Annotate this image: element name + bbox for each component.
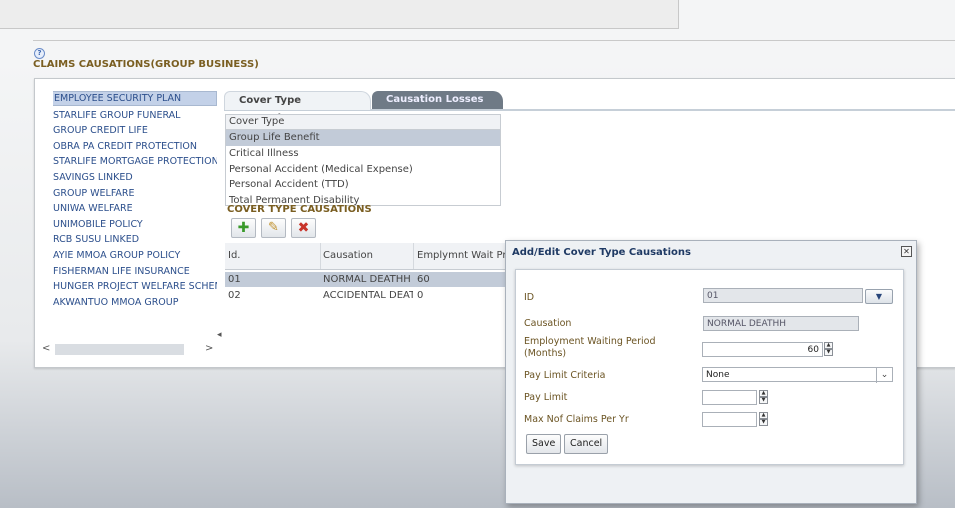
spin-down-icon[interactable]: ▼ [824, 349, 833, 356]
cancel-button[interactable]: Cancel [564, 434, 609, 454]
pay-limit-criteria-label: Pay Limit Criteria [524, 370, 606, 381]
scroll-thumb[interactable] [55, 344, 184, 355]
pay-limit-input[interactable] [702, 390, 757, 405]
plan-list-item[interactable]: AYIE MMOA GROUP POLICY [53, 248, 217, 264]
close-icon[interactable]: ✕ [901, 246, 912, 257]
wait-period-label-line1: Employment Waiting Period [524, 336, 656, 347]
table-row[interactable]: 01 NORMAL DEATHH 60 [225, 272, 507, 287]
table-row[interactable]: Personal Accident (Medical Expense) [226, 162, 500, 178]
plan-list-item[interactable]: GROUP WELFARE [53, 186, 217, 202]
spin-up-icon[interactable]: ▲ [824, 342, 833, 349]
max-claims-label: Max Nof Claims Per Yr [524, 414, 629, 425]
spin-down-icon[interactable]: ▼ [759, 419, 768, 426]
add-button[interactable]: ✚ [231, 218, 256, 238]
cell-id: 02 [228, 290, 241, 301]
id-dropdown-button[interactable]: ▼ [865, 289, 893, 304]
table-row[interactable]: 02 ACCIDENTAL DEATH 0 [225, 288, 507, 303]
causations-table: Id. Causation Emplymnt Wait Prd 01 NORMA… [225, 243, 507, 323]
delete-button[interactable]: ✖ [291, 218, 316, 238]
tab-cover-type-causations[interactable]: Cover Type Causations [224, 91, 371, 124]
plan-list-item[interactable]: OBRA PA CREDIT PROTECTION [53, 139, 217, 155]
pay-limit-criteria-value: None [706, 370, 730, 380]
help-icon[interactable]: ? [34, 48, 45, 59]
plan-list: EMPLOYEE SECURITY PLAN STARLIFE GROUP FU… [53, 91, 217, 311]
scroll-left-icon[interactable]: < [42, 342, 50, 356]
wait-period-label: Employment Waiting Period (Months) [524, 336, 656, 360]
splitter-collapse-icon[interactable]: ◂ [217, 330, 222, 340]
chevron-down-icon[interactable]: ⌄ [876, 368, 892, 383]
pay-limit-stepper[interactable]: ▲ ▼ [759, 390, 768, 405]
causation-label: Causation [524, 318, 572, 329]
plan-list-item[interactable]: STARLIFE GROUP FUNERAL [53, 108, 217, 124]
cell-causation: NORMAL DEATHH [323, 274, 411, 285]
tab-bar: Cover Type Causations Causation Losses [224, 91, 955, 124]
plan-list-item[interactable]: UNIWA WELFARE [53, 201, 217, 217]
pay-limit-criteria-select[interactable]: None ⌄ [702, 367, 893, 383]
column-header-id[interactable]: Id. [225, 243, 321, 269]
table-row[interactable]: Critical Illness [226, 146, 500, 162]
chevron-down-icon: ▼ [875, 292, 883, 301]
cell-wait-period: 0 [417, 290, 424, 301]
column-header-wait-period[interactable]: Emplymnt Wait Prd [414, 243, 507, 269]
plan-list-item[interactable]: UNIMOBILE POLICY [53, 217, 217, 233]
wait-period-input[interactable]: 60 [702, 342, 823, 357]
table-row[interactable]: Group Life Benefit [226, 130, 500, 146]
section-title: COVER TYPE CAUSATIONS [227, 204, 372, 215]
id-field[interactable]: 01 [703, 288, 863, 303]
cell-causation: ACCIDENTAL DEATH [323, 290, 413, 301]
spin-down-icon[interactable]: ▼ [759, 397, 768, 404]
plan-list-item[interactable]: SAVINGS LINKED [53, 170, 217, 186]
plan-list-item[interactable]: STARLIFE MORTGAGE PROTECTION [53, 154, 217, 170]
cell-id: 01 [228, 274, 241, 285]
pencil-icon: ✎ [268, 220, 279, 235]
plan-list-item[interactable]: AKWANTUO MMOA GROUP [53, 295, 217, 311]
edit-causation-dialog: Add/Edit Cover Type Causations ✕ ID 01 ▼… [505, 240, 917, 504]
divider [33, 40, 955, 41]
max-claims-input[interactable] [702, 412, 757, 427]
id-label: ID [524, 292, 535, 303]
spin-up-icon[interactable]: ▲ [759, 390, 768, 397]
top-header-bar [0, 0, 679, 29]
table-row[interactable]: Personal Accident (TTD) [226, 177, 500, 193]
edit-button[interactable]: ✎ [261, 218, 286, 238]
plan-list-item[interactable]: RCB SUSU LINKED [53, 232, 217, 248]
cover-type-table: Cover Type Group Life Benefit Critical I… [225, 114, 501, 206]
page-title: CLAIMS CAUSATIONS(GROUP BUSINESS) [33, 59, 259, 70]
cell-wait-period: 60 [417, 274, 430, 285]
column-header-causation[interactable]: Causation [320, 243, 414, 269]
plus-icon: ✚ [237, 220, 250, 236]
plan-list-item[interactable]: EMPLOYEE SECURITY PLAN [53, 91, 217, 106]
wait-period-stepper[interactable]: ▲ ▼ [824, 342, 833, 357]
tab-causation-losses[interactable]: Causation Losses [372, 91, 503, 109]
column-header-cover-type[interactable]: Cover Type [226, 115, 500, 130]
pay-limit-label: Pay Limit [524, 392, 568, 403]
save-button[interactable]: Save [526, 434, 562, 454]
plan-list-hscrollbar[interactable]: < > [40, 342, 216, 356]
dialog-title: Add/Edit Cover Type Causations [512, 247, 691, 258]
max-claims-stepper[interactable]: ▲ ▼ [759, 412, 768, 427]
scroll-right-icon[interactable]: > [205, 342, 213, 356]
table-header: Id. Causation Emplymnt Wait Prd [225, 243, 507, 270]
wait-period-label-line2: (Months) [524, 348, 567, 359]
plan-list-item[interactable]: GROUP CREDIT LIFE [53, 123, 217, 139]
plan-list-item[interactable]: HUNGER PROJECT WELFARE SCHEME [53, 279, 217, 295]
causation-field: NORMAL DEATHH [703, 316, 859, 331]
delete-icon: ✖ [297, 220, 310, 236]
dialog-form: ID 01 ▼ Causation NORMAL DEATHH Employme… [515, 269, 904, 465]
spin-up-icon[interactable]: ▲ [759, 412, 768, 419]
plan-list-item[interactable]: FISHERMAN LIFE INSURANCE [53, 264, 217, 280]
